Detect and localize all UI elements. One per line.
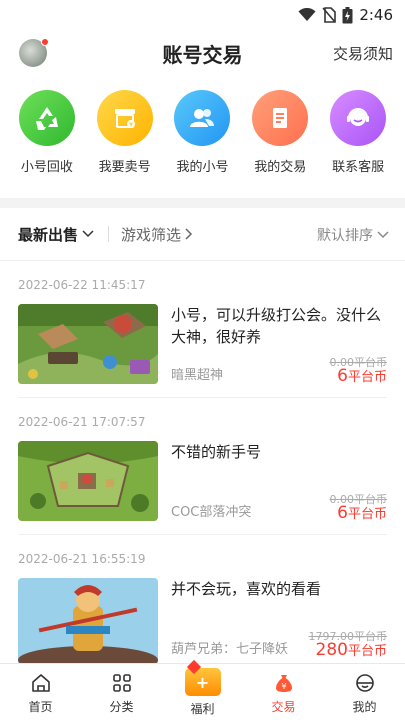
receipt-icon: [252, 90, 309, 146]
profile-icon: [355, 674, 374, 692]
recycle-icon: [18, 90, 75, 146]
listing-title: 小号，可以升级打公会。没什么大神，很好养: [171, 306, 382, 346]
tab-mine[interactable]: 我的: [324, 664, 405, 720]
grid-icon: [112, 674, 131, 692]
gift-icon: +: [184, 668, 221, 696]
bottom-tab-bar: 首页 分类 + 福利 ¥ 交易 我的: [0, 663, 405, 720]
listing-price-unit: 平台币: [347, 507, 387, 522]
listing-date: 2022-06-21 17:07:57: [18, 415, 146, 429]
quick-action-support[interactable]: 联系客服: [321, 90, 395, 185]
listing-game: 暗黑超神: [171, 368, 224, 383]
listing-price-value: 280: [315, 640, 348, 660]
home-icon: [31, 674, 50, 692]
filter-separator: [108, 226, 110, 242]
tab-welfare[interactable]: + 福利: [162, 664, 243, 720]
users-icon: [174, 90, 231, 146]
listing-price: 280平台币: [316, 640, 387, 660]
filter-game-button[interactable]: 游戏筛选: [121, 224, 193, 245]
quick-action-label: 联系客服: [332, 160, 385, 175]
listing-date: 2022-06-22 11:45:17: [18, 278, 146, 292]
quick-action-label: 我的小号: [176, 160, 229, 175]
quick-action-label: 我要卖号: [98, 160, 151, 175]
listing-price-unit: 平台币: [347, 644, 387, 659]
section-divider: [0, 198, 405, 208]
quick-action-my-trades[interactable]: 我的交易: [243, 90, 317, 185]
header: 账号交易 交易须知: [0, 30, 405, 76]
listing-date: 2022-06-21 16:55:19: [18, 552, 146, 566]
sort-dropdown[interactable]: 默认排序: [317, 225, 389, 245]
quick-action-sell[interactable]: ¥ 我要卖号: [88, 90, 162, 185]
quick-actions: 小号回收 ¥ 我要卖号 我的小号 我的交易 联系客服: [0, 90, 405, 185]
battery-icon: [342, 6, 353, 23]
trade-notice-link[interactable]: 交易须知: [333, 43, 393, 64]
listing-thumbnail: [18, 304, 158, 384]
chevron-down-icon: [377, 231, 389, 239]
support-icon: [330, 90, 387, 146]
quick-action-label: 我的交易: [254, 160, 307, 175]
tab-label: 福利: [190, 702, 215, 716]
sort-label: 默认排序: [317, 228, 373, 244]
tab-label: 分类: [109, 700, 134, 714]
listing-thumbnail: [18, 441, 158, 521]
listing-title: 并不会玩，喜欢的看看: [171, 580, 322, 598]
listing-thumbnail: [18, 578, 158, 663]
filter-latest-dropdown[interactable]: 最新出售: [18, 224, 94, 245]
status-time: 2:46: [359, 6, 393, 24]
listing-price-unit: 平台币: [347, 370, 387, 385]
listing-price: 6平台币: [337, 503, 387, 523]
card-divider: [18, 397, 387, 398]
money-bag-icon: ¥: [275, 675, 292, 692]
listing-card[interactable]: 2022-06-21 17:07:57 不错的新手号 COC部落冲突 0.00平…: [0, 399, 405, 535]
tab-home[interactable]: 首页: [0, 664, 81, 720]
chevron-right-icon: [185, 228, 193, 240]
no-sim-icon: [322, 7, 337, 23]
chevron-down-icon: [82, 230, 94, 238]
list-divider: [0, 260, 405, 261]
listing-game: COC部落冲突: [171, 505, 252, 520]
listing-price-value: 6: [337, 366, 348, 386]
tab-trade[interactable]: ¥ 交易: [243, 664, 324, 720]
wifi-icon: [298, 8, 316, 21]
quick-action-label: 小号回收: [20, 160, 73, 175]
shop-icon: ¥: [96, 90, 153, 146]
listing-card[interactable]: 2022-06-22 11:45:17 小号，可以升级打公会。没什么大神，很好养…: [0, 262, 405, 398]
listing-card[interactable]: 2022-06-21 16:55:19 并不会玩，喜欢的看看 葫芦兄弟：七子降妖…: [0, 536, 405, 663]
listing-price-value: 6: [337, 503, 348, 523]
filter-latest-label: 最新出售: [18, 225, 79, 244]
svg-text:¥: ¥: [281, 682, 286, 691]
quick-action-my-accounts[interactable]: 我的小号: [165, 90, 239, 185]
filter-bar: 最新出售 游戏筛选 默认排序: [0, 214, 405, 254]
tab-label: 首页: [28, 700, 53, 714]
tab-label: 交易: [271, 700, 296, 714]
listing-game: 葫芦兄弟：七子降妖: [171, 642, 289, 657]
svg-text:¥: ¥: [129, 122, 133, 129]
filter-game-label: 游戏筛选: [121, 225, 182, 244]
listing-title: 不错的新手号: [171, 443, 262, 461]
listing-price: 6平台币: [337, 366, 387, 386]
card-divider: [18, 534, 387, 535]
status-icons: 2:46: [298, 5, 393, 25]
tab-category[interactable]: 分类: [81, 664, 162, 720]
quick-action-recycle[interactable]: 小号回收: [10, 90, 84, 185]
tab-label: 我的: [352, 700, 377, 714]
status-bar: 2:46: [0, 0, 405, 30]
